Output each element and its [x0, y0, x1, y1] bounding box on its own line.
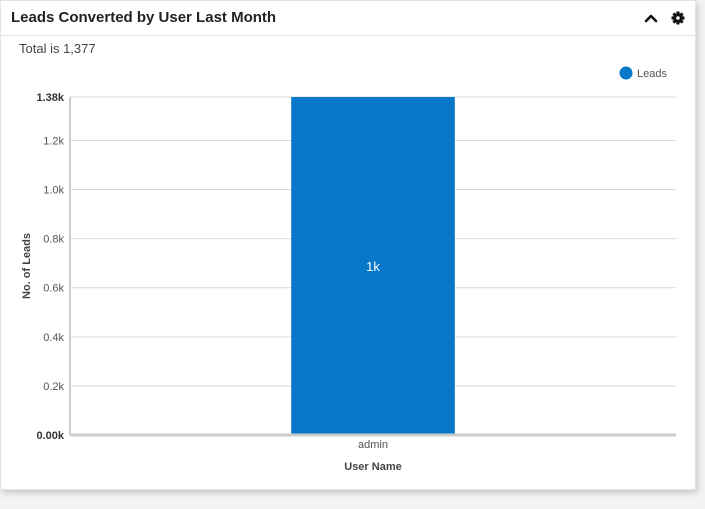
y-tick-label: 1.38k [36, 92, 64, 104]
bar-data-label: 1k [366, 259, 380, 274]
y-axis-ticks: 0.00k 0.2k 0.4k 0.6k 0.8k 1.0k 1.2k 1.38k [36, 92, 64, 442]
bar-chart: 0.00k 0.2k 0.4k 0.6k 0.8k 1.0k 1.2k 1.38k 1k ad… [21, 66, 676, 473]
y-tick-label: 0.00k [36, 430, 64, 442]
x-axis-title: User Name [344, 461, 401, 473]
y-tick-label: 1.0k [43, 185, 64, 197]
y-tick-label: 0.2k [43, 381, 64, 393]
y-tick-label: 1.2k [43, 135, 64, 147]
x-axis-categories: admin [358, 439, 388, 451]
legend[interactable]: Leads [619, 66, 668, 81]
bars: 1k [291, 97, 455, 435]
y-tick-label: 0.6k [43, 283, 64, 295]
y-axis-title: No. of Leads [21, 233, 33, 299]
legend-marker-leads [619, 66, 633, 80]
y-tick-label: 0.4k [43, 332, 64, 344]
y-tick-label: 0.8k [43, 234, 64, 246]
legend-label-leads: Leads [637, 68, 667, 80]
x-tick-label: admin [358, 439, 388, 451]
